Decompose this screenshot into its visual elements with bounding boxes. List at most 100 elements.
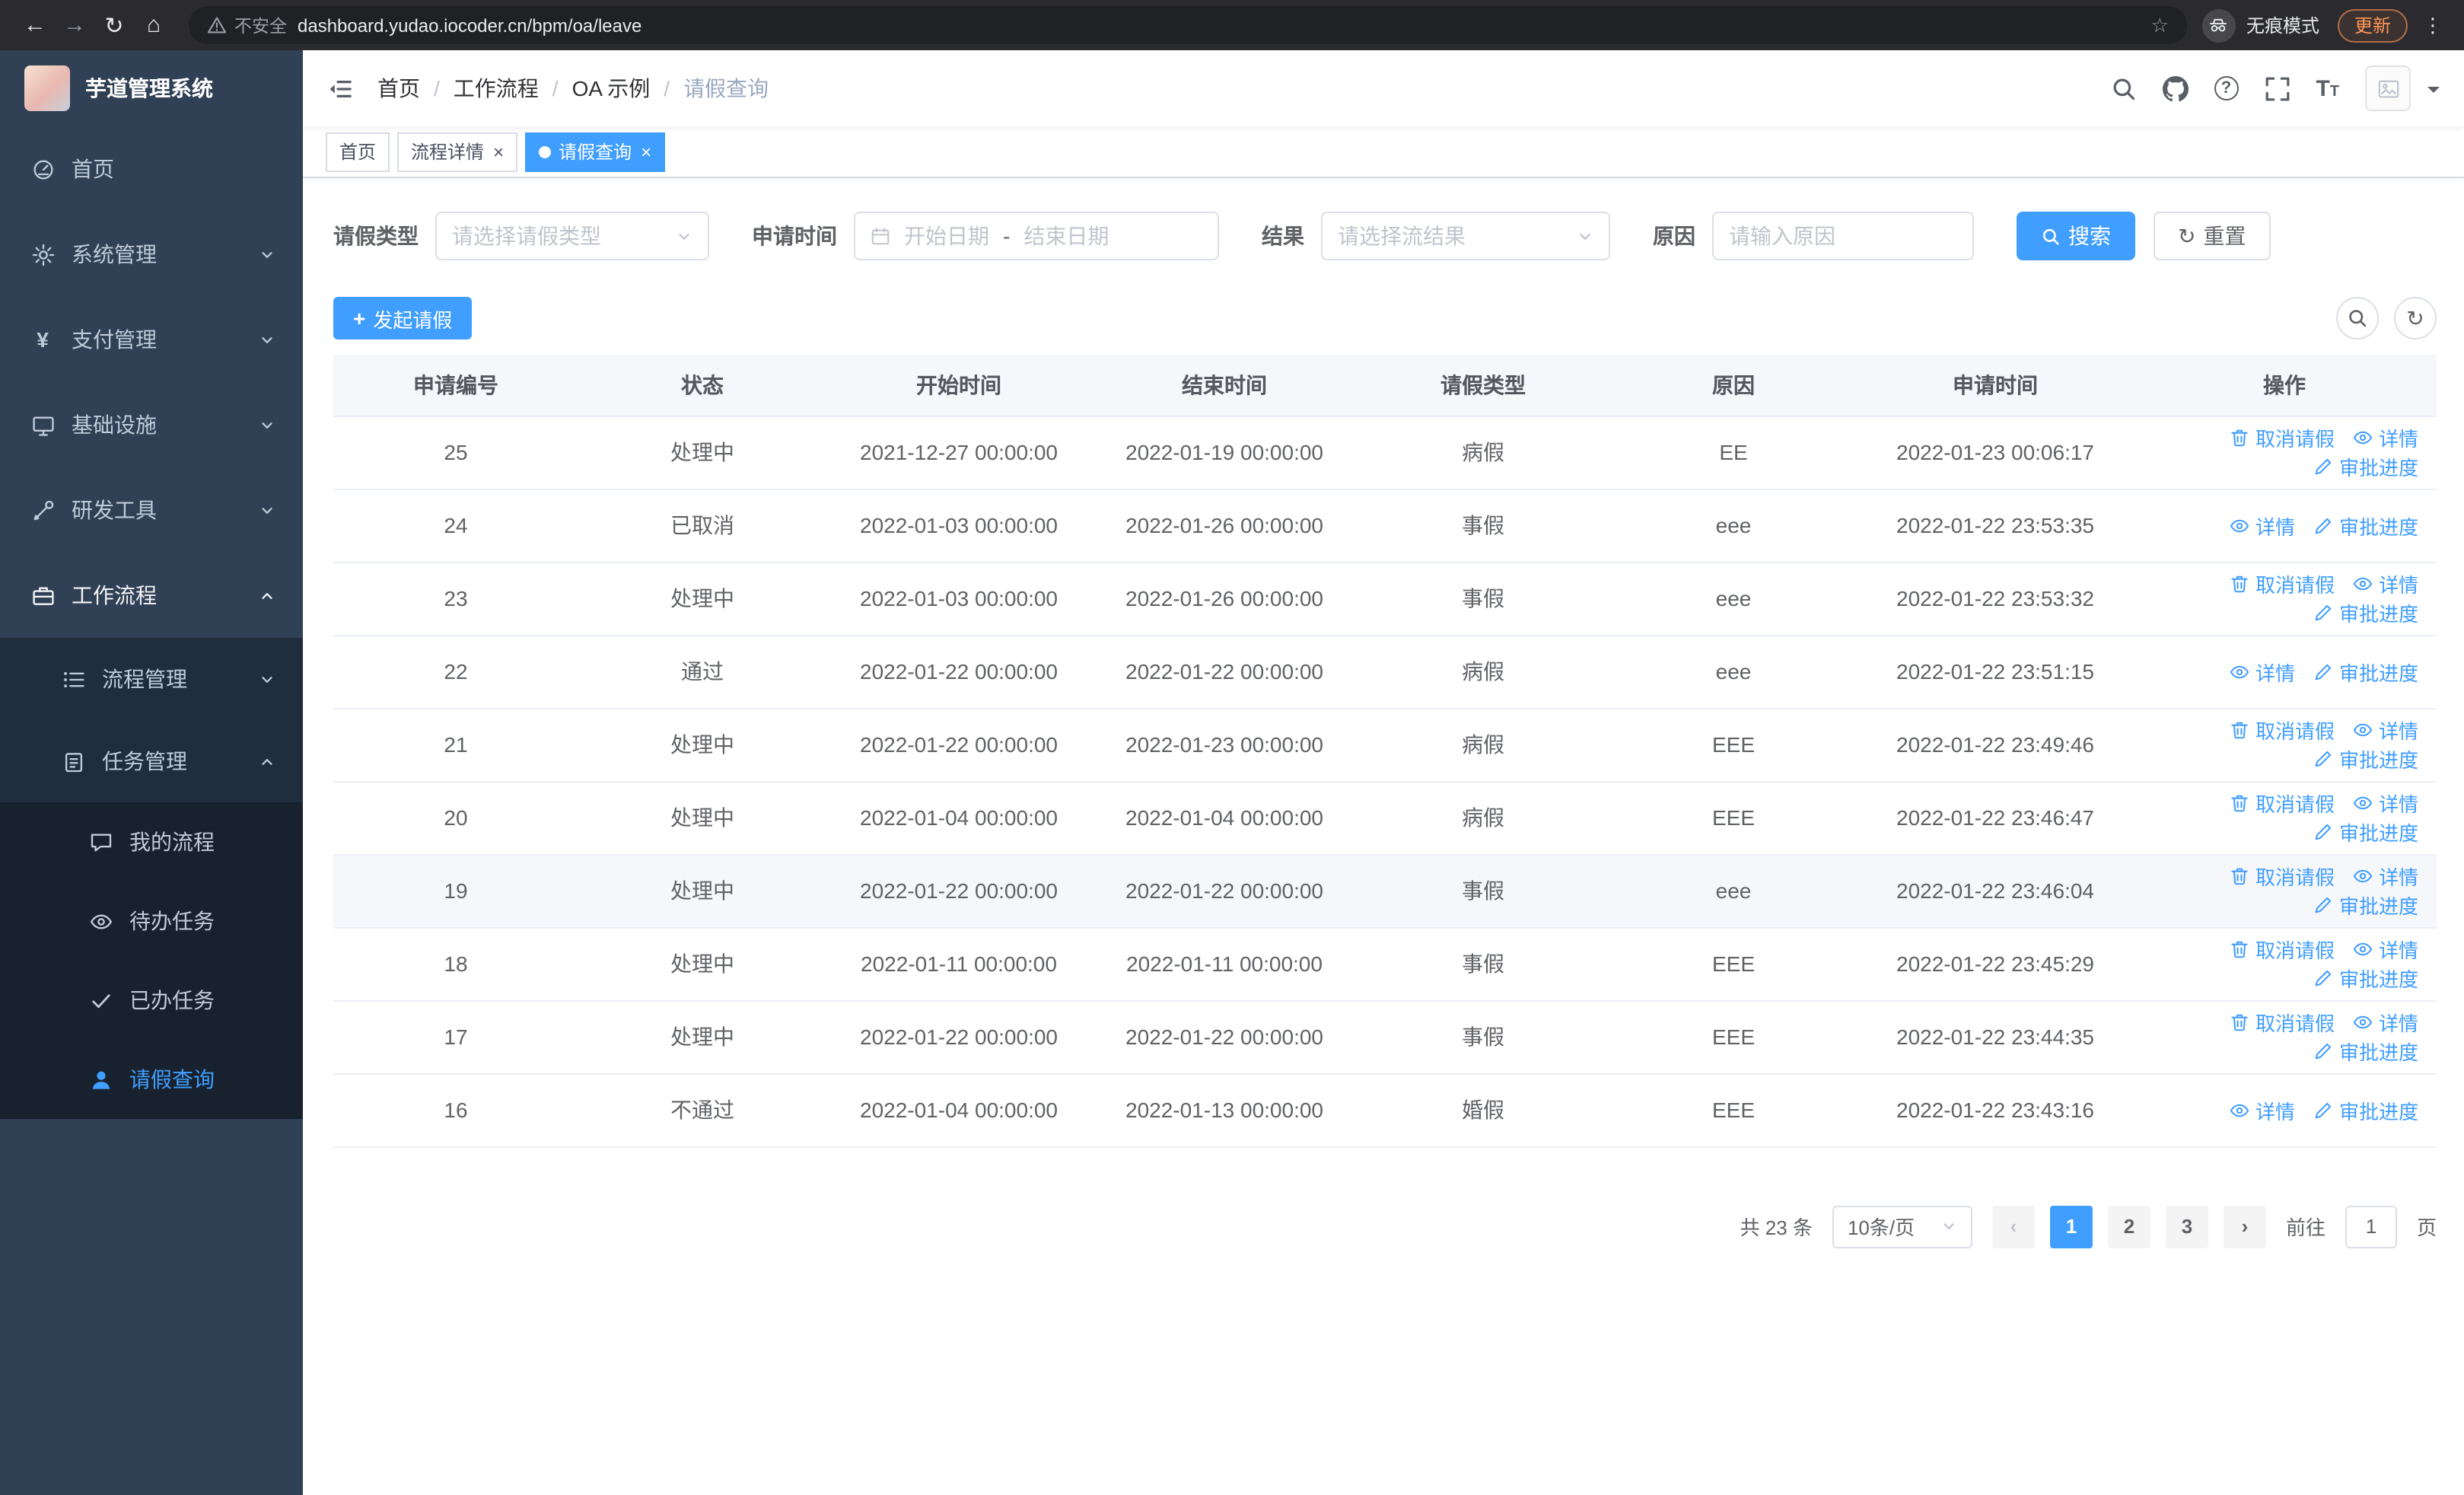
cancel-leave-link[interactable]: 取消请假 — [2230, 862, 2335, 891]
sidebar-item-infrastructure[interactable]: 基础设施 — [0, 382, 303, 467]
forward-icon[interactable]: → — [55, 5, 94, 45]
cancel-leave-link[interactable]: 取消请假 — [2230, 423, 2335, 452]
back-icon[interactable]: ← — [15, 5, 55, 45]
cancel-leave-link[interactable]: 取消请假 — [2230, 569, 2335, 598]
apply-time-range-picker[interactable]: 开始日期 - 结束日期 — [854, 212, 1219, 260]
approval-progress-link[interactable]: 审批进度 — [2313, 818, 2418, 846]
detail-link[interactable]: 详情 — [2230, 1095, 2295, 1124]
prev-page-button[interactable]: ‹ — [1991, 1205, 2035, 1248]
goto-page-input[interactable] — [2345, 1205, 2397, 1248]
page-button-1[interactable]: 1 — [2049, 1205, 2093, 1248]
page-size-select[interactable]: 10条/页 — [1832, 1205, 1972, 1248]
avatar[interactable] — [2365, 65, 2411, 111]
reset-button[interactable]: ↻ 重置 — [2154, 212, 2271, 260]
result-select[interactable]: 请选择流结果 — [1321, 212, 1610, 260]
refresh-icon[interactable]: ↻ — [94, 5, 134, 45]
approval-progress-link[interactable]: 审批进度 — [2313, 657, 2418, 686]
url-bar[interactable]: 不安全 dashboard.yudao.iocoder.cn/bpm/oa/le… — [189, 6, 2187, 44]
approval-progress-link[interactable]: 审批进度 — [2313, 1095, 2418, 1124]
approval-progress-link[interactable]: 审批进度 — [2313, 452, 2418, 481]
sidebar-toggle-icon[interactable] — [327, 75, 353, 101]
sidebar-item-task-management[interactable]: 任务管理 — [0, 720, 303, 802]
cancel-leave-link[interactable]: 取消请假 — [2230, 789, 2335, 818]
cell-operations: 取消请假 详情 审批进度 — [2132, 927, 2437, 1001]
cancel-leave-link[interactable]: 取消请假 — [2230, 1008, 2335, 1037]
close-icon[interactable]: × — [641, 142, 651, 161]
search-icon[interactable] — [2110, 75, 2136, 101]
detail-link[interactable]: 详情 — [2353, 569, 2418, 598]
cancel-leave-link[interactable]: 取消请假 — [2230, 716, 2335, 744]
approval-progress-link[interactable]: 审批进度 — [2313, 964, 2418, 993]
page-button-2[interactable]: 2 — [2107, 1205, 2150, 1248]
page-button-3[interactable]: 3 — [2165, 1205, 2208, 1248]
sidebar-item-workflow[interactable]: 工作流程 — [0, 553, 303, 638]
fullscreen-icon[interactable] — [2264, 75, 2290, 101]
cell-operations: 取消请假 详情 审批进度 — [2132, 781, 2437, 855]
sidebar-item-todo-tasks[interactable]: 待办任务 — [0, 881, 303, 961]
sidebar-item-process-management[interactable]: 流程管理 — [0, 638, 303, 720]
create-leave-button[interactable]: + 发起请假 — [333, 297, 473, 339]
top-navbar: 首页 / 工作流程 / OA 示例 / 请假查询 ? T T — [303, 50, 2464, 126]
sidebar-item-done-tasks[interactable]: 已办任务 — [0, 961, 303, 1040]
detail-link[interactable]: 详情 — [2353, 935, 2418, 964]
breadcrumb-oa-example[interactable]: OA 示例 — [572, 73, 651, 104]
cell-start: 2021-12-27 00:00:00 — [826, 416, 1091, 489]
cell-id: 18 — [333, 927, 578, 1001]
cell-id: 19 — [333, 854, 578, 928]
cell-reason: EEE — [1609, 927, 1858, 1001]
caret-down-icon[interactable] — [2427, 86, 2440, 98]
cell-end: 2022-01-22 00:00:00 — [1091, 1000, 1358, 1074]
table-toolbar: + 发起请假 ↻ — [333, 297, 2437, 339]
trash-icon — [2231, 722, 2248, 739]
next-page-button[interactable]: › — [2223, 1205, 2266, 1248]
help-icon[interactable]: ? — [2214, 76, 2239, 100]
detail-link[interactable]: 详情 — [2353, 1008, 2418, 1037]
breadcrumb-home[interactable]: 首页 — [377, 73, 420, 104]
sidebar-item-system[interactable]: 系统管理 — [0, 212, 303, 297]
approval-progress-link[interactable]: 审批进度 — [2313, 1037, 2418, 1066]
update-button[interactable]: 更新 — [2337, 8, 2408, 42]
approval-progress-link[interactable]: 审批进度 — [2313, 511, 2418, 540]
end-date-placeholder: 结束日期 — [1023, 224, 1109, 248]
table-row: 25 处理中 2021-12-27 00:00:00 2022-01-19 00:00… — [333, 416, 2437, 489]
active-tab-dot — [539, 145, 552, 158]
refresh-table-button[interactable]: ↻ — [2394, 297, 2437, 339]
font-size-icon[interactable]: TT — [2316, 77, 2339, 100]
reason-input[interactable]: 请输入原因 — [1712, 212, 1974, 260]
close-icon[interactable]: × — [493, 142, 504, 161]
detail-link[interactable]: 详情 — [2353, 716, 2418, 744]
leave-type-select[interactable]: 请选择请假类型 — [435, 212, 709, 260]
sidebar-item-dev-tools[interactable]: 研发工具 — [0, 467, 303, 553]
cell-status: 不通过 — [578, 1073, 826, 1147]
sidebar-item-leave-query[interactable]: 请假查询 — [0, 1040, 303, 1119]
column-header-applied: 申请时间 — [1858, 355, 2132, 416]
monitor-icon — [30, 413, 55, 436]
toggle-search-button[interactable] — [2336, 297, 2379, 339]
approval-progress-link[interactable]: 审批进度 — [2313, 891, 2418, 920]
sidebar-item-payment[interactable]: ¥ 支付管理 — [0, 297, 303, 382]
check-icon — [88, 989, 113, 1012]
detail-link[interactable]: 详情 — [2353, 423, 2418, 452]
approval-progress-link[interactable]: 审批进度 — [2313, 744, 2418, 773]
detail-link[interactable]: 详情 — [2230, 657, 2295, 686]
menu-dots-icon[interactable]: ⋮ — [2417, 13, 2449, 37]
sidebar-item-my-processes[interactable]: 我的流程 — [0, 802, 303, 881]
detail-link[interactable]: 详情 — [2353, 789, 2418, 818]
tab-leave-query[interactable]: 请假查询 × — [525, 132, 666, 171]
app-logo[interactable]: 芋道管理系统 — [0, 50, 303, 126]
edit-icon — [2315, 1043, 2332, 1060]
trash-icon — [2231, 1014, 2248, 1031]
cancel-leave-link[interactable]: 取消请假 — [2230, 935, 2335, 964]
detail-link[interactable]: 详情 — [2353, 862, 2418, 891]
tab-process-detail[interactable]: 流程详情 × — [397, 132, 518, 171]
search-button[interactable]: 搜索 — [2017, 212, 2135, 260]
sidebar-item-home[interactable]: 首页 — [0, 126, 303, 212]
home-icon[interactable]: ⌂ — [134, 5, 173, 45]
approval-progress-link[interactable]: 审批进度 — [2313, 598, 2418, 627]
breadcrumb-workflow[interactable]: 工作流程 — [454, 73, 539, 104]
tab-home[interactable]: 首页 — [326, 132, 390, 171]
detail-link[interactable]: 详情 — [2230, 511, 2295, 540]
cell-reason: EE — [1609, 416, 1858, 489]
github-icon[interactable] — [2162, 75, 2189, 101]
star-icon[interactable]: ☆ — [2151, 13, 2169, 37]
